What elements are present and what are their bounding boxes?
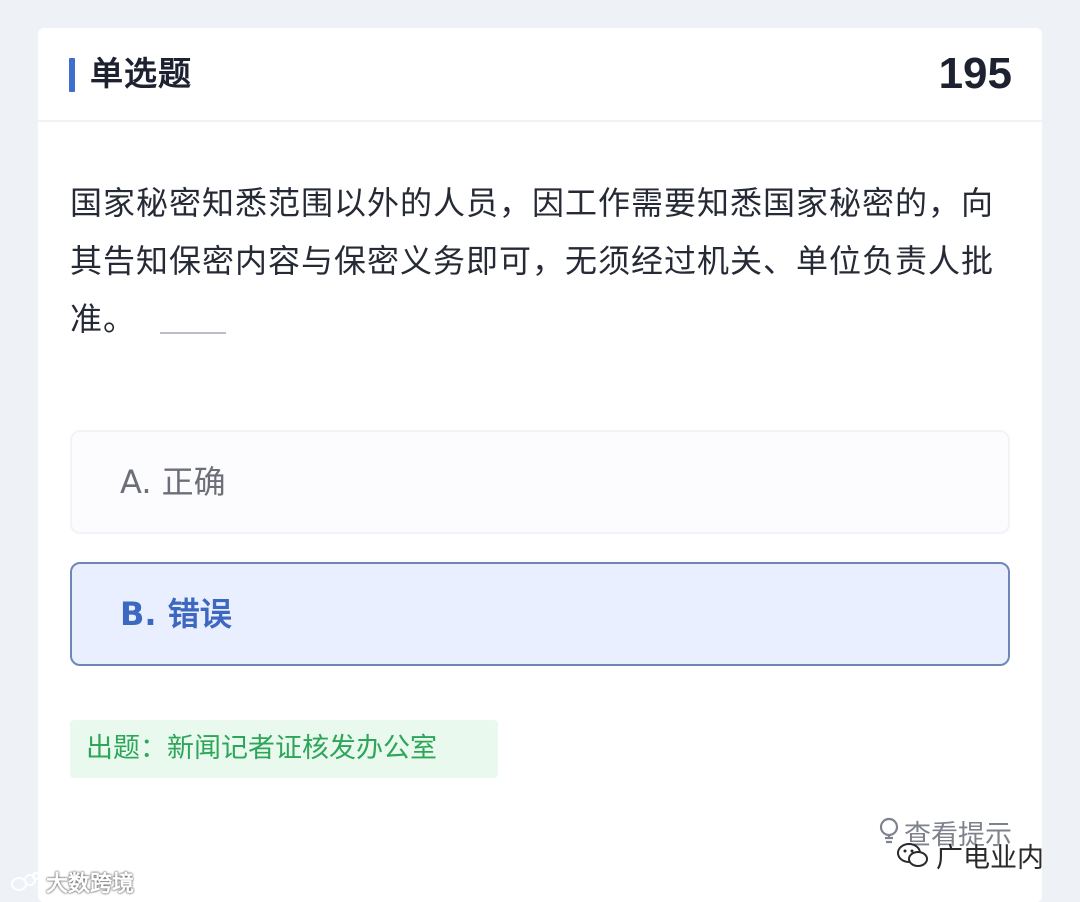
question-card: 单选题 195 国家秘密知悉范围以外的人员，因工作需要知悉国家秘密的，向其告知保… <box>38 28 1042 902</box>
question-header: 单选题 195 <box>38 28 1042 122</box>
question-text: 国家秘密知悉范围以外的人员，因工作需要知悉国家秘密的，向其告知保密内容与保密义务… <box>70 184 995 338</box>
wechat-logo-icon <box>897 842 928 867</box>
option-a[interactable]: A. 正确 <box>70 430 1010 534</box>
question-source-badge: 出题：新闻记者证核发办公室 <box>70 720 498 778</box>
watermark-right: 广电业内 <box>896 836 1044 875</box>
question-type-title: 单选题 <box>90 54 192 93</box>
option-a-label: A. 正确 <box>120 463 226 501</box>
question-number: 195 <box>938 49 1012 98</box>
watermark-right-text: 广电业内 <box>936 843 1044 874</box>
option-b-selected[interactable]: B. 错误 <box>70 562 1010 666</box>
title-accent-bar <box>69 58 75 92</box>
weibo-logo-icon <box>11 872 40 891</box>
question-text-block: 国家秘密知悉范围以外的人员，因工作需要知悉国家秘密的，向其告知保密内容与保密义务… <box>70 174 1020 348</box>
watermark-left: 大数跨境 <box>10 866 134 898</box>
option-b-label: B. 错误 <box>120 595 232 633</box>
watermark-left-text: 大数跨境 <box>46 872 135 897</box>
answer-blank <box>160 332 227 334</box>
